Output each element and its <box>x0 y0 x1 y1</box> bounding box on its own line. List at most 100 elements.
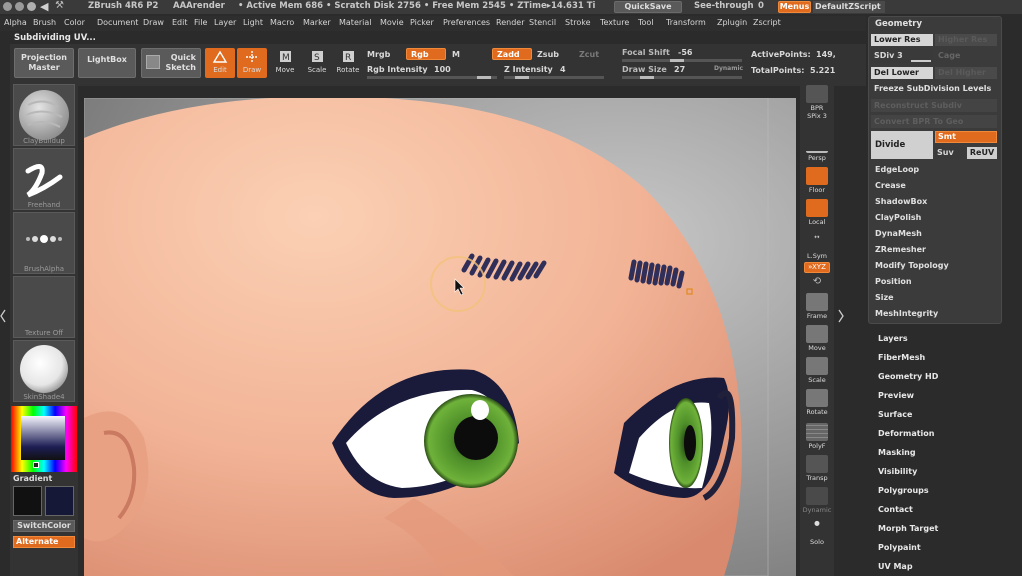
color-picker-cursor[interactable] <box>33 462 39 468</box>
rotation-axis-icon[interactable]: ⟲ <box>811 276 823 288</box>
minimize-icon[interactable] <box>3 2 12 11</box>
palette-layers[interactable]: Layers <box>878 334 908 343</box>
menu-movie[interactable]: Movie <box>380 18 404 27</box>
move-tool-button[interactable]: M Move <box>270 48 300 78</box>
meshintegrity-subpalette[interactable]: MeshIntegrity <box>875 309 938 318</box>
draw-tool-button[interactable]: Draw <box>237 48 267 78</box>
zadd-button[interactable]: Zadd <box>492 48 532 60</box>
higher-res-button[interactable]: Higher Res <box>935 34 997 46</box>
menu-light[interactable]: Light <box>243 18 263 27</box>
menu-picker[interactable]: Picker <box>410 18 434 27</box>
menu-draw[interactable]: Draw <box>143 18 164 27</box>
del-higher-button[interactable]: Del Higher <box>935 67 997 79</box>
menu-render[interactable]: Render <box>496 18 524 27</box>
lower-res-button[interactable]: Lower Res <box>871 34 933 46</box>
reuv-button[interactable]: ReUV <box>967 147 997 159</box>
left-tray-toggle[interactable] <box>0 306 6 326</box>
projection-master-button[interactable]: Projection Master <box>14 48 74 78</box>
switch-color-button[interactable]: SwitchColor <box>13 520 75 532</box>
edgeloop-subpalette[interactable]: EdgeLoop <box>875 165 919 174</box>
z-intensity-knob[interactable] <box>515 76 529 79</box>
del-lower-button[interactable]: Del Lower <box>871 67 933 79</box>
sdiv-slider[interactable]: SDiv 3 <box>871 49 933 63</box>
palette-masking[interactable]: Masking <box>878 448 916 457</box>
dynamic-button[interactable]: Dynamic <box>714 65 743 72</box>
color-picker[interactable] <box>11 406 77 472</box>
scale-tool-button[interactable]: S Scale <box>302 48 332 78</box>
modify-topology-subpalette[interactable]: Modify Topology <box>875 261 949 270</box>
menus-button[interactable]: Menus <box>778 1 811 13</box>
menu-zplugin[interactable]: Zplugin <box>717 18 747 27</box>
rgb-intensity-knob[interactable] <box>477 76 491 79</box>
menu-brush[interactable]: Brush <box>33 18 56 27</box>
menu-stroke[interactable]: Stroke <box>565 18 591 27</box>
xyz-button[interactable]: »XYZ <box>804 262 830 273</box>
rotate-tool-button[interactable]: R Rotate <box>333 48 363 78</box>
palette-geometry-hd[interactable]: Geometry HD <box>878 372 938 381</box>
palette-uv-map[interactable]: UV Map <box>878 562 913 571</box>
polyf-button[interactable]: PolyF <box>802 422 832 452</box>
ghost-button[interactable]: Dynamic <box>802 486 832 516</box>
maximize-icon[interactable] <box>15 2 24 11</box>
alternate-button[interactable]: Alternate <box>13 536 75 548</box>
scale-view-button[interactable]: Scale <box>802 356 832 386</box>
geometry-title[interactable]: Geometry <box>875 19 922 29</box>
restore-icon[interactable] <box>27 2 36 11</box>
crease-subpalette[interactable]: Crease <box>875 181 906 190</box>
quicksave-button[interactable]: QuickSave <box>614 1 682 13</box>
menu-material[interactable]: Material <box>339 18 372 27</box>
quick-sketch-button[interactable]: Quick Sketch <box>141 48 201 78</box>
menu-document[interactable]: Document <box>97 18 138 27</box>
palette-morph-target[interactable]: Morph Target <box>878 524 938 533</box>
draw-size-value[interactable]: 27 <box>674 65 685 74</box>
rotate-view-button[interactable]: Rotate <box>802 388 832 418</box>
menu-arrow-icon[interactable]: ◀ <box>40 0 48 13</box>
claypolish-subpalette[interactable]: ClayPolish <box>875 213 921 222</box>
menu-tool[interactable]: Tool <box>638 18 654 27</box>
menu-transform[interactable]: Transform <box>666 18 706 27</box>
palette-contact[interactable]: Contact <box>878 505 913 514</box>
size-subpalette[interactable]: Size <box>875 293 894 302</box>
focal-shift-value[interactable]: -56 <box>678 48 692 57</box>
default-zscript-button[interactable]: DefaultZScript <box>813 1 885 13</box>
menu-stencil[interactable]: Stencil <box>529 18 556 27</box>
menu-alpha[interactable]: Alpha <box>4 18 27 27</box>
see-through-value[interactable]: 0 <box>758 1 764 11</box>
palette-fibermesh[interactable]: FiberMesh <box>878 353 925 362</box>
reconstruct-subdiv-button[interactable]: Reconstruct Subdiv <box>871 99 997 112</box>
floor-button[interactable]: Floor <box>802 166 832 196</box>
z-intensity-label[interactable]: Z Intensity <box>504 65 553 74</box>
sdiv-knob[interactable] <box>911 60 931 62</box>
rgb-button[interactable]: Rgb <box>406 48 446 60</box>
menu-zscript[interactable]: Zscript <box>753 18 781 27</box>
shadowbox-subpalette[interactable]: ShadowBox <box>875 197 927 206</box>
frame-button[interactable]: Frame <box>802 292 832 322</box>
menu-marker[interactable]: Marker <box>303 18 331 27</box>
right-tray-toggle[interactable] <box>838 306 844 326</box>
secondary-color-swatch[interactable] <box>45 486 74 516</box>
cage-button[interactable]: Cage <box>935 49 997 63</box>
local-button[interactable]: Local <box>802 198 832 228</box>
see-through-label[interactable]: See-through <box>694 1 754 11</box>
menu-preferences[interactable]: Preferences <box>443 18 490 27</box>
focal-shift-label[interactable]: Focal Shift <box>622 48 670 57</box>
menu-edit[interactable]: Edit <box>172 18 188 27</box>
rgb-intensity-value[interactable]: 100 <box>434 65 451 74</box>
menu-file[interactable]: File <box>194 18 207 27</box>
palette-preview[interactable]: Preview <box>878 391 914 400</box>
edit-tool-button[interactable]: Edit <box>205 48 235 78</box>
smt-toggle[interactable]: Smt <box>935 131 997 143</box>
z-intensity-value[interactable]: 4 <box>560 65 566 74</box>
palette-deformation[interactable]: Deformation <box>878 429 934 438</box>
persp-button[interactable]: Persp <box>802 134 832 164</box>
menu-color[interactable]: Color <box>64 18 85 27</box>
color-picker-square[interactable] <box>21 416 65 460</box>
position-subpalette[interactable]: Position <box>875 277 912 286</box>
mrgb-button[interactable]: Mrgb <box>367 50 390 59</box>
menu-macro[interactable]: Macro <box>270 18 294 27</box>
zsub-button[interactable]: Zsub <box>537 50 559 59</box>
sculpt-model[interactable] <box>84 98 796 576</box>
zcut-button[interactable]: Zcut <box>579 50 599 59</box>
palette-surface[interactable]: Surface <box>878 410 912 419</box>
convert-bpr-button[interactable]: Convert BPR To Geo <box>871 115 997 128</box>
